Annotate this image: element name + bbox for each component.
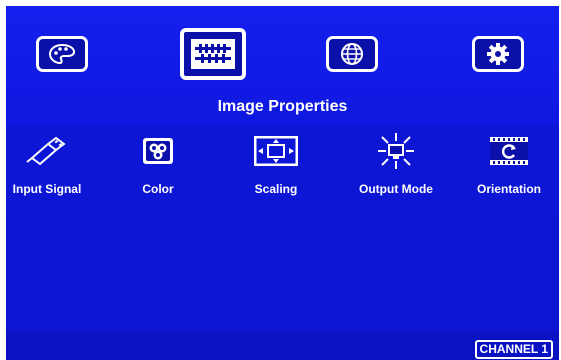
submenu-icon-wrap [253, 134, 299, 168]
submenu-label: Orientation [476, 182, 541, 196]
submenu-label: Color [142, 182, 174, 196]
osd-screen: Image Properties Input Signal Color Scal… [6, 6, 559, 360]
submenu-orientation[interactable]: Orientation [462, 134, 556, 196]
content-area [6, 214, 559, 332]
main-menu-palette[interactable] [36, 36, 88, 72]
submenu-scaling[interactable]: Scaling [244, 134, 308, 196]
display-burst-icon [378, 133, 414, 169]
submenu-input-signal[interactable]: Input Signal [8, 134, 86, 196]
scaling-icon [254, 136, 298, 166]
submenu-color[interactable]: Color [128, 134, 188, 196]
submenu-icon-wrap [486, 134, 532, 168]
plug-icon [26, 136, 66, 166]
image-properties-icon [191, 39, 235, 69]
submenu-icon-wrap [135, 134, 181, 168]
gear-icon [487, 43, 509, 65]
channel-badge: CHANNEL 1 [474, 340, 553, 359]
color-icon [143, 138, 173, 164]
submenu-output-mode[interactable]: Output Mode [350, 133, 442, 196]
main-menu-image-properties[interactable] [180, 28, 246, 80]
submenu-icon-wrap [24, 134, 70, 168]
submenu-label: Output Mode [359, 182, 433, 196]
submenu-icon-wrap [373, 133, 419, 169]
rotation-icon [490, 137, 528, 165]
selected-menu-label: Image Properties [217, 98, 348, 115]
submenu-label: Scaling [254, 182, 298, 196]
main-menu-globe[interactable] [326, 36, 378, 72]
globe-icon [341, 43, 363, 65]
submenu-label: Input Signal [12, 182, 82, 196]
palette-icon [48, 43, 76, 65]
main-menu-settings[interactable] [472, 36, 524, 72]
